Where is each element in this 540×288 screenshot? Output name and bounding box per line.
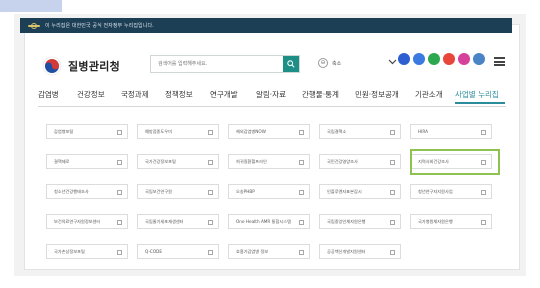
- external-link-icon: [390, 190, 395, 195]
- nav-item-about[interactable]: 기관소개: [415, 88, 455, 104]
- site-link[interactable]: 보건의료연구자원정보센터: [46, 214, 128, 229]
- gov-banner: 이 누리집은 대한민국 공식 전자정부 누리집입니다.: [20, 18, 512, 33]
- site-link[interactable]: Q-CODE: [137, 244, 219, 259]
- site-link[interactable]: 청년연구자지원사업: [410, 184, 492, 199]
- site-link[interactable]: 국가손상정보포털: [46, 244, 128, 259]
- external-link-icon: [299, 220, 304, 225]
- external-link-icon: [299, 130, 304, 135]
- external-link-icon: [208, 220, 213, 225]
- nav-item-health-info[interactable]: 건강정보: [77, 88, 121, 104]
- nav-item-research[interactable]: 연구개발: [210, 88, 256, 104]
- site-link[interactable]: HIRA: [410, 124, 492, 139]
- facebook-icon[interactable]: [413, 53, 425, 65]
- site-link[interactable]: 국가병원체자원은행: [410, 214, 492, 229]
- corner-tab: [0, 0, 62, 12]
- hamburger-menu-icon[interactable]: [494, 57, 505, 66]
- nav-item-infectious[interactable]: 감염병: [38, 88, 77, 104]
- external-link-icon: [390, 220, 395, 225]
- gov-emblem-icon: [28, 22, 40, 30]
- external-link-icon: [390, 160, 395, 165]
- gov-banner-text: 이 누리집은 대한민국 공식 전자정부 누리집입니다.: [45, 23, 154, 29]
- site-link[interactable]: 결핵제로: [46, 154, 128, 169]
- site-link[interactable]: 국립보건연구원: [137, 184, 219, 199]
- external-link-icon: [208, 160, 213, 165]
- site-link[interactable]: 감염병포털: [46, 124, 128, 139]
- site-link[interactable]: 국립줄기세포재생센터: [137, 214, 219, 229]
- youtube-icon[interactable]: [398, 53, 410, 65]
- social-links: [398, 53, 488, 65]
- external-link-icon: [390, 250, 395, 255]
- nav-item-publications[interactable]: 간행물·통계: [302, 88, 355, 104]
- search-box[interactable]: [150, 55, 300, 73]
- site-link[interactable]: 예방접종도우미: [137, 124, 219, 139]
- search-input[interactable]: [151, 56, 283, 72]
- nav-divider: [38, 106, 506, 107]
- logo-text: 질병관리청: [68, 60, 121, 73]
- highlight-box: [410, 149, 500, 175]
- external-link-icon: [299, 190, 304, 195]
- search-button[interactable]: [283, 56, 299, 72]
- nav-item-policy-tasks[interactable]: 국정과제: [121, 88, 165, 104]
- blog-icon[interactable]: [428, 53, 440, 65]
- external-link-icon: [117, 160, 122, 165]
- site-link[interactable]: 국민건강영양조사: [319, 154, 401, 169]
- zoom-out-control[interactable]: ⊖ 축소: [318, 58, 341, 68]
- search-icon: [287, 60, 295, 68]
- instagram-icon[interactable]: [443, 53, 455, 65]
- external-link-icon: [208, 190, 213, 195]
- external-link-icon: [117, 190, 122, 195]
- zoom-out-icon: ⊖: [318, 58, 328, 68]
- insta2-icon[interactable]: [458, 53, 470, 65]
- external-link-icon: [208, 250, 213, 255]
- site-link[interactable]: 오송PHBP: [228, 184, 310, 199]
- site-logo[interactable]: 질병관리청: [42, 56, 120, 76]
- zoom-label: 축소: [332, 60, 342, 67]
- site-link[interactable]: 호흡기감염병 정보: [228, 244, 310, 259]
- external-link-icon: [390, 130, 395, 135]
- nav-item-policy-info[interactable]: 정책정보: [165, 88, 210, 104]
- site-link[interactable]: One Health AMR 통합시스템: [228, 214, 310, 229]
- site-link[interactable]: 공공백신개발지원센터: [319, 244, 401, 259]
- main-nav: 감염병 건강정보 국정과제 정책정보 연구개발 알림·자료 간행물·통계 민원·…: [38, 88, 510, 106]
- nav-item-sites[interactable]: 사업별 누리집: [455, 88, 505, 104]
- site-link[interactable]: 청소년건강행태조사: [46, 184, 128, 199]
- external-link-icon: [117, 130, 122, 135]
- external-link-icon: [299, 160, 304, 165]
- chevron-down-icon[interactable]: [388, 59, 397, 65]
- site-link[interactable]: 인플루엔자표본감시: [319, 184, 401, 199]
- external-link-icon: [481, 190, 486, 195]
- external-link-icon: [117, 220, 122, 225]
- nav-item-notices[interactable]: 알림·자료: [256, 88, 302, 104]
- external-link-icon: [299, 250, 304, 255]
- external-link-icon: [208, 130, 213, 135]
- external-link-icon: [481, 220, 486, 225]
- site-link[interactable]: 희귀질환헬프라인: [228, 154, 310, 169]
- site-link[interactable]: 국립결핵소: [319, 124, 401, 139]
- nav-item-civil[interactable]: 민원·정보공개: [355, 88, 415, 104]
- site-link[interactable]: 국립중앙인체자원은행: [319, 214, 401, 229]
- kakao-icon[interactable]: [473, 53, 485, 65]
- external-link-icon: [117, 250, 122, 255]
- site-link[interactable]: 해외감염병NOW: [228, 124, 310, 139]
- kdca-logo-icon: [42, 56, 62, 76]
- external-link-icon: [481, 130, 486, 135]
- site-link[interactable]: 국가건강정보포털: [137, 154, 219, 169]
